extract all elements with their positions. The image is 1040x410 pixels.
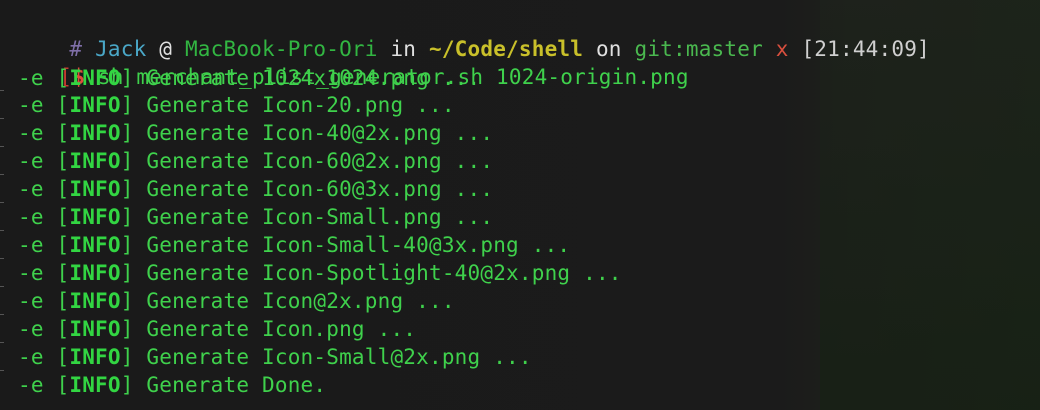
output-line: -e [INFO] Generate Icon-60@3x.png ... — [18, 177, 494, 201]
prompt-dirty-flag: x — [775, 37, 789, 61]
output-line: -e [INFO] Generate Icon-Small@2x.png ... — [18, 345, 532, 369]
prompt-branch: master — [685, 37, 763, 61]
info-tag: INFO — [69, 149, 121, 173]
gutter-tick — [0, 118, 4, 119]
terminal-window[interactable]: # Jack @ MacBook-Pro-Ori in ~/Code/shell… — [0, 0, 1040, 410]
gutter-tick — [0, 174, 4, 175]
gutter-tick — [0, 342, 4, 343]
gutter-tick — [0, 146, 4, 147]
gutter-tick — [0, 286, 4, 287]
info-tag: INFO — [69, 289, 121, 313]
output-line: -e [INFO] Generate Icon-Small-40@3x.png … — [18, 233, 571, 257]
info-tag: INFO — [69, 373, 121, 397]
prompt-time: [21:44:09] — [801, 37, 930, 61]
info-tag: INFO — [69, 205, 121, 229]
prompt-line: # Jack @ MacBook-Pro-Ori in ~/Code/shell… — [18, 9, 930, 61]
gutter-tick — [0, 90, 4, 91]
output-line: -e [INFO] Generate Icon-40@2x.png ... — [18, 121, 494, 145]
info-tag: INFO — [69, 317, 121, 341]
output-line: -e [INFO] Generate Done. — [18, 373, 327, 397]
command-line[interactable]: [$ sh merchant_plist_generator.sh 1024-o… — [8, 37, 689, 89]
gutter-tick — [0, 258, 4, 259]
output-line: -e [INFO] Generate 1024x1024.png ... — [18, 66, 481, 90]
output-line: -e [INFO] Generate Icon.png ... — [18, 317, 417, 341]
output-line: -e [INFO] Generate Icon-Small.png ... — [18, 205, 494, 229]
info-tag: INFO — [69, 177, 121, 201]
info-tag: INFO — [69, 121, 121, 145]
gutter-tick — [0, 370, 4, 371]
gutter-tick — [0, 230, 4, 231]
gutter-tick — [0, 202, 4, 203]
output-line: -e [INFO] Generate Icon-Spotlight-40@2x.… — [18, 261, 622, 285]
info-tag: INFO — [69, 66, 121, 90]
info-tag: INFO — [69, 93, 121, 117]
info-tag: INFO — [69, 233, 121, 257]
output-line: -e [INFO] Generate Icon-60@2x.png ... — [18, 149, 494, 173]
output-line: -e [INFO] Generate Icon-20.png ... — [18, 93, 455, 117]
info-tag: INFO — [69, 345, 121, 369]
output-line: -e [INFO] Generate Icon@2x.png ... — [18, 289, 455, 313]
info-tag: INFO — [69, 261, 121, 285]
gutter-tick — [0, 314, 4, 315]
